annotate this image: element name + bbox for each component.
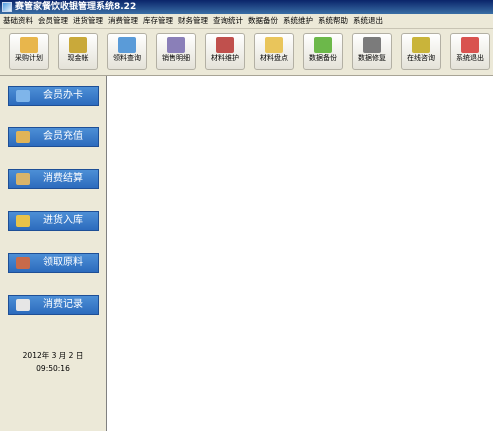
menu-item-backup[interactable]: 数据备份 [245,14,280,28]
power-icon [461,37,479,53]
checkout-icon [16,173,30,185]
menu-item-finance[interactable]: 财务管理 [175,14,210,28]
main-workspace [106,76,493,431]
online-consult-button[interactable]: 在线咨询 [401,33,441,70]
member-recharge-button[interactable]: 会员充值 [8,127,99,147]
material-stocktake-button[interactable]: 材料盘点 [254,33,294,70]
menu-item-exit[interactable]: 系统退出 [350,14,385,28]
menu-item-maintenance[interactable]: 系统维护 [280,14,315,28]
stock-in-button[interactable]: 进货入库 [8,211,99,231]
date-display: 2012年 3 月 2 日 [22,351,84,360]
records-icon [16,299,30,311]
system-exit-button[interactable]: 系统退出 [450,33,490,70]
data-repair-button[interactable]: 数据修复 [352,33,392,70]
cash-icon [69,37,87,53]
folder-icon [265,37,283,53]
time-display: 09:50:16 [36,364,70,373]
menu-item-consumption[interactable]: 消费管理 [105,14,140,28]
menu-bar: 基础资料 会员管理 进货管理 消费管理 库存管理 财务管理 查询统计 数据备份 系统维护 系统帮助… [0,14,493,29]
house-icon [167,37,185,53]
stock-in-icon [16,215,30,227]
disk-icon [363,37,381,53]
consumption-records-button[interactable]: 消费记录 [8,295,99,315]
book-icon [20,37,38,53]
toolbar: 采购计划 现金帐 领料查询 销售明细 材料维护 材料盘点 数据备份 数据修复 在… [0,29,493,76]
window-title: 赛管家餐饮收银管理系统8.22 [15,2,137,12]
help-icon [412,37,430,53]
materials-icon [16,257,30,269]
menu-item-help[interactable]: 系统帮助 [315,14,350,28]
brush-icon [118,37,136,53]
data-backup-button[interactable]: 数据备份 [303,33,343,70]
purchase-plan-button[interactable]: 采购计划 [9,33,49,70]
checkout-button[interactable]: 消费结算 [8,169,99,189]
sidebar: 会员办卡 会员充值 消费结算 进货入库 领取原料 消费记录 2012年 3 月 … [0,76,106,431]
menu-item-query[interactable]: 查询统计 [210,14,245,28]
collect-materials-button[interactable]: 领取原料 [8,253,99,273]
app-icon [2,2,12,12]
menu-item-basic-data[interactable]: 基础资料 [0,14,35,28]
books-icon [216,37,234,53]
menu-item-purchase[interactable]: 进货管理 [70,14,105,28]
member-card-button[interactable]: 会员办卡 [8,86,99,106]
material-query-button[interactable]: 领料查询 [107,33,147,70]
menu-item-inventory[interactable]: 库存管理 [140,14,175,28]
cash-account-button[interactable]: 现金帐 [58,33,98,70]
material-maintenance-button[interactable]: 材料维护 [205,33,245,70]
recharge-icon [16,131,30,143]
title-bar: 赛管家餐饮收银管理系统8.22 [0,0,493,14]
card-icon [16,90,30,102]
menu-item-member[interactable]: 会员管理 [35,14,70,28]
sales-detail-button[interactable]: 销售明细 [156,33,196,70]
globe-icon [314,37,332,53]
